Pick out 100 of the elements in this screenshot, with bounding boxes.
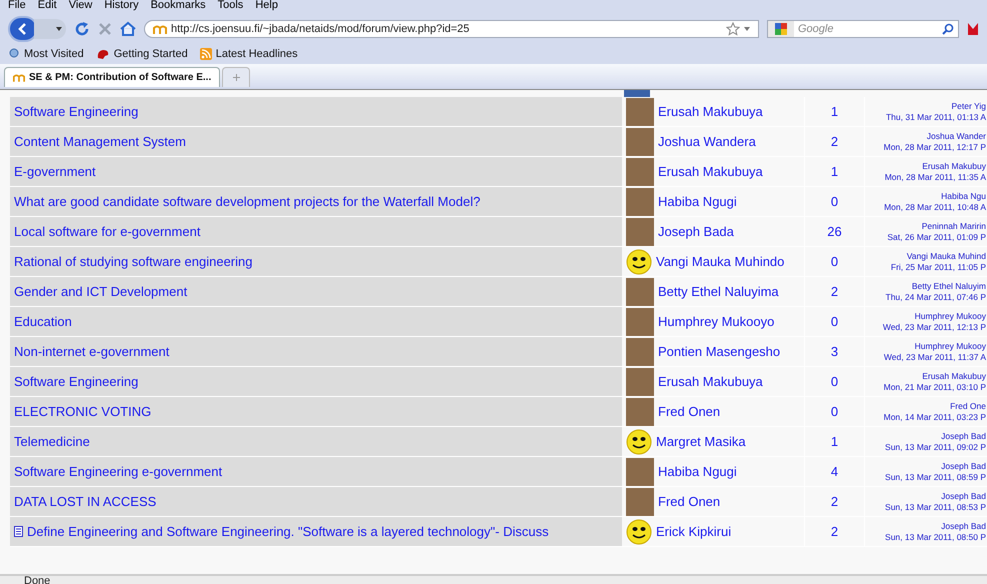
photo-placeholder: [626, 158, 654, 186]
last-post-date[interactable]: Sun, 13 Mar 2011, 08:59 P: [885, 472, 986, 482]
photo-placeholder: [626, 218, 654, 246]
author-link[interactable]: Joshua Wandera: [658, 132, 756, 152]
attachment-icon: [14, 526, 23, 537]
reply-count[interactable]: 2: [830, 132, 838, 152]
last-post-date[interactable]: Thu, 24 Mar 2011, 07:46 P: [886, 292, 986, 302]
author-link[interactable]: Erick Kipkirui: [656, 522, 732, 542]
last-post-date[interactable]: Wed, 23 Mar 2011, 11:37 A: [884, 352, 986, 362]
plus-icon: [232, 74, 240, 81]
last-post-author[interactable]: Erusah Makubuy: [922, 370, 986, 382]
reply-count[interactable]: 26: [827, 222, 842, 242]
last-post-author[interactable]: Humphrey Mukooy: [914, 340, 986, 352]
topic-link[interactable]: E-government: [14, 162, 96, 182]
last-post-author[interactable]: Habiba Ngu: [941, 190, 986, 202]
reply-count[interactable]: 2: [830, 282, 838, 302]
reply-count[interactable]: 3: [830, 342, 838, 362]
last-post-date[interactable]: Mon, 14 Mar 2011, 03:23 P: [884, 412, 986, 422]
reply-count[interactable]: 4: [830, 462, 838, 482]
last-post-date[interactable]: Fri, 25 Mar 2011, 11:05 P: [890, 262, 986, 272]
reply-count[interactable]: 0: [830, 252, 838, 272]
author-link[interactable]: Erusah Makubuya: [658, 102, 763, 122]
search-icon[interactable]: [942, 23, 954, 35]
topic-link[interactable]: Content Management System: [14, 132, 186, 152]
author-link[interactable]: Pontien Masengesho: [658, 342, 780, 362]
last-post-date[interactable]: Mon, 21 Mar 2011, 03:10 P: [884, 382, 986, 392]
last-post-author[interactable]: Joseph Bad: [941, 430, 986, 442]
browser-tab[interactable]: SE & PM: Contribution of Software E...: [4, 67, 220, 87]
last-post-author[interactable]: Erusah Makubuy: [922, 160, 986, 172]
new-tab-button[interactable]: [222, 67, 250, 87]
star-icon[interactable]: [726, 22, 740, 36]
author-link[interactable]: Fred Onen: [658, 402, 720, 422]
author-link[interactable]: Betty Ethel Naluyima: [658, 282, 779, 302]
topic-link[interactable]: Software Engineering: [14, 372, 138, 392]
smiley-icon: [626, 518, 652, 544]
magnifier-icon: [8, 48, 20, 60]
topic-link[interactable]: DATA LOST IN ACCESS: [14, 492, 156, 512]
home-icon[interactable]: [120, 21, 136, 37]
last-post-author[interactable]: Peninnah Maririn: [922, 220, 986, 232]
last-post-author[interactable]: Peter Yig: [952, 100, 986, 112]
reply-count[interactable]: 0: [830, 312, 838, 332]
reply-count[interactable]: 2: [830, 522, 838, 542]
author-link[interactable]: Habiba Ngugi: [658, 192, 737, 212]
search-field[interactable]: Google: [767, 20, 959, 38]
site-icon: [153, 24, 167, 34]
author-link[interactable]: Erusah Makubuya: [658, 162, 763, 182]
last-post-author[interactable]: Joseph Bad: [941, 460, 986, 472]
addon-icon[interactable]: [967, 22, 979, 36]
last-post-author[interactable]: Joseph Bad: [941, 490, 986, 502]
menu-item[interactable]: Bookmarks: [150, 0, 206, 10]
topic-link[interactable]: Education: [14, 312, 72, 332]
last-post-author[interactable]: Joseph Bad: [941, 520, 986, 532]
reply-count[interactable]: 0: [830, 192, 838, 212]
menu-item[interactable]: File: [8, 0, 26, 10]
menu-item[interactable]: Help: [255, 0, 278, 10]
search-engine-icon: [775, 23, 787, 35]
topic-link[interactable]: Software Engineering: [14, 102, 138, 122]
reply-count[interactable]: 2: [830, 492, 838, 512]
topic-link[interactable]: Gender and ICT Development: [14, 282, 188, 302]
last-post-author[interactable]: Joshua Wander: [926, 130, 986, 142]
author-link[interactable]: Erusah Makubuya: [658, 372, 763, 392]
last-post-date[interactable]: Sun, 13 Mar 2011, 08:50 P: [885, 532, 986, 542]
reply-count[interactable]: 0: [830, 402, 838, 422]
menu-item[interactable]: View: [68, 0, 92, 10]
last-post-date[interactable]: Mon, 28 Mar 2011, 11:35 A: [884, 172, 986, 182]
menu-item[interactable]: Tools: [218, 0, 244, 10]
author-link[interactable]: Joseph Bada: [658, 222, 734, 242]
search-input[interactable]: Google: [794, 20, 942, 38]
last-post-author[interactable]: Vangi Mauka Muhind: [906, 250, 986, 262]
reply-count[interactable]: 1: [830, 432, 838, 452]
last-post-date[interactable]: Sun, 13 Mar 2011, 09:02 P: [885, 442, 986, 452]
reply-count[interactable]: 1: [830, 162, 838, 182]
bookmark-link[interactable]: Getting Started: [96, 46, 188, 62]
last-post-date[interactable]: Mon, 28 Mar 2011, 10:48 A: [884, 202, 986, 212]
author-link[interactable]: Habiba Ngugi: [658, 462, 737, 482]
topic-link[interactable]: Telemedicine: [14, 432, 90, 452]
last-post-date[interactable]: Mon, 28 Mar 2011, 12:17 P: [884, 142, 986, 152]
author-link[interactable]: Margret Masika: [656, 432, 746, 452]
menu-item[interactable]: History: [104, 0, 139, 10]
last-post-author[interactable]: Humphrey Mukooy: [914, 310, 986, 322]
topic-link[interactable]: ELECTRONIC VOTING: [14, 402, 152, 422]
author-link[interactable]: Fred Onen: [658, 492, 720, 512]
bookmark-link[interactable]: Most Visited: [8, 46, 84, 62]
last-post-author[interactable]: Fred One: [950, 400, 986, 412]
last-post-author[interactable]: Betty Ethel Naluyim: [912, 280, 986, 292]
author-link[interactable]: Vangi Mauka Muhindo: [656, 252, 784, 272]
reply-count[interactable]: 0: [830, 372, 838, 392]
last-post-date[interactable]: Thu, 31 Mar 2011, 01:13 A: [886, 112, 986, 122]
last-post-date[interactable]: Wed, 23 Mar 2011, 12:13 P: [882, 322, 986, 332]
author-link[interactable]: Humphrey Mukooyo: [658, 312, 774, 332]
reload-icon[interactable]: [74, 21, 90, 37]
address-bar[interactable]: http://cs.joensuu.fi/~jbada/netaids/mod/forum/view.php?id=25: [144, 20, 759, 38]
last-post-date[interactable]: Sat, 26 Mar 2011, 01:09 P: [887, 232, 986, 242]
dropdown-caret-icon[interactable]: [744, 27, 750, 31]
menu-item[interactable]: Edit: [38, 0, 57, 10]
topic-link[interactable]: Non-internet e-government: [14, 342, 170, 362]
last-post-date[interactable]: Sun, 13 Mar 2011, 08:53 P: [885, 502, 986, 512]
photo-placeholder: [626, 368, 654, 396]
reply-count[interactable]: 1: [830, 102, 838, 122]
bookmark-link[interactable]: Latest Headlines: [200, 46, 298, 62]
